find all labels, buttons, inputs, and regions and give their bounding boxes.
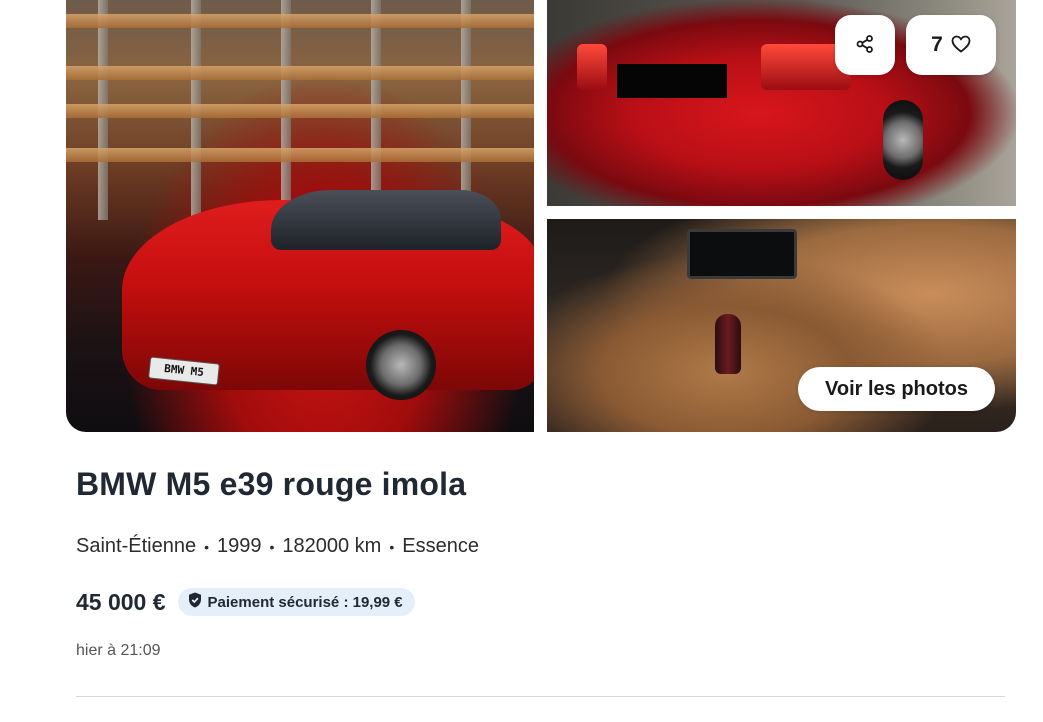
posted-time: hier à 21:09 — [76, 642, 161, 659]
hidden-plate — [617, 64, 727, 98]
price: 45 000 € — [76, 588, 166, 615]
see-photos-button[interactable]: Voir les photos — [798, 367, 995, 411]
photo-decoration — [66, 104, 534, 118]
location: Saint-Étienne — [76, 535, 197, 557]
favorite-count: 7 — [931, 33, 943, 56]
separator: • — [269, 538, 275, 555]
fuel-type: Essence — [402, 535, 479, 557]
car-wheel — [366, 330, 436, 400]
dashboard-screen — [687, 229, 797, 279]
listing-title: BMW M5 e39 rouge imola — [76, 466, 467, 502]
listing-details: Saint-Étienne • 1999 • 182000 km • Essen… — [76, 535, 479, 558]
car-wheel — [883, 100, 923, 180]
year: 1999 — [216, 535, 262, 557]
photo-decoration — [66, 14, 534, 28]
photo-gallery: BMW M5 7 Voir les photos — [66, 0, 1016, 432]
separator: • — [204, 538, 209, 555]
share-button[interactable] — [835, 15, 895, 75]
main-photo[interactable]: BMW M5 — [66, 0, 534, 432]
favorite-button[interactable]: 7 — [906, 15, 996, 75]
separator: • — [389, 538, 395, 555]
photo-decoration — [66, 66, 534, 80]
heart-icon — [951, 35, 971, 56]
photo-decoration — [66, 148, 534, 162]
gear-knob — [715, 314, 741, 374]
price-row: 45 000 € Paiement sécurisé : 19,99 € — [76, 588, 415, 616]
mileage: 182000 km — [282, 535, 382, 557]
car-window — [271, 190, 501, 250]
shield-icon — [188, 592, 202, 612]
share-icon — [855, 34, 875, 57]
secure-payment-label: Paiement sécurisé : 19,99 € — [207, 593, 403, 611]
tail-light — [577, 44, 607, 90]
divider — [76, 696, 1005, 697]
secure-payment-badge[interactable]: Paiement sécurisé : 19,99 € — [177, 588, 415, 616]
